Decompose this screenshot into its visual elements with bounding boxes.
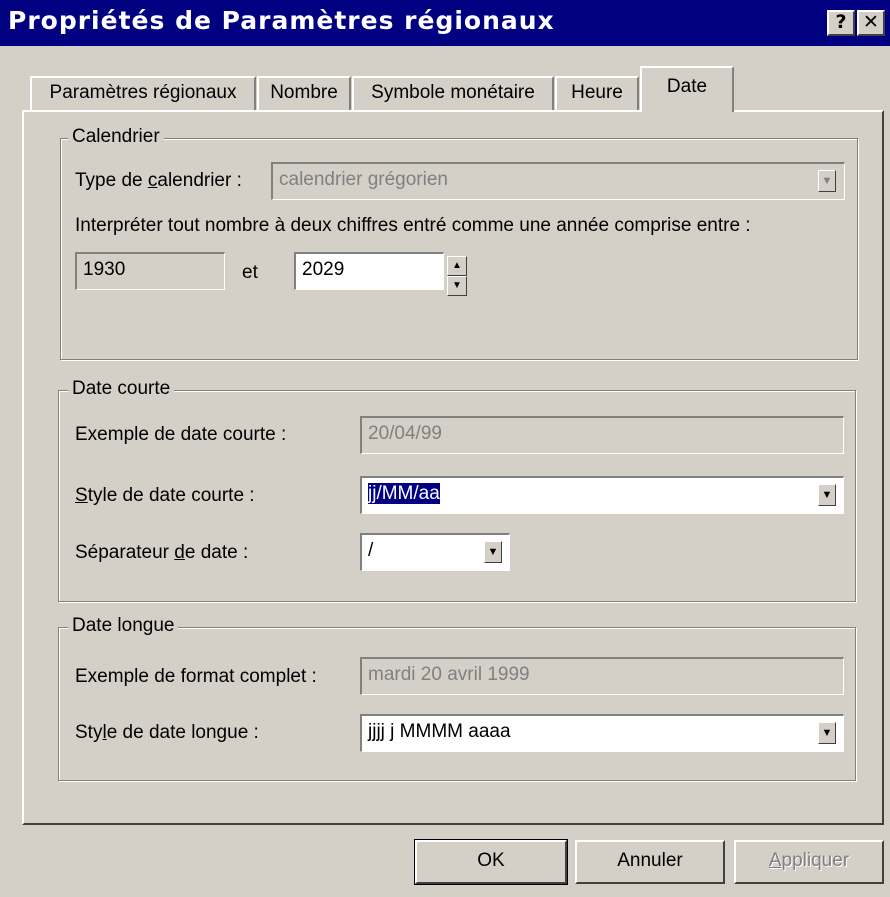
long-date-example-field: mardi 20 avril 1999 <box>360 657 844 695</box>
chevron-down-icon[interactable]: ▼ <box>818 484 836 506</box>
interpret-label: Interpréter tout nombre à deux chiffres … <box>75 215 751 236</box>
chevron-down-icon: ▼ <box>818 170 836 192</box>
long-date-style-select[interactable]: jjjj j MMMM aaaa <box>360 714 844 752</box>
calendar-type-label: Type de calendrier : <box>75 170 242 191</box>
year-start-field: 1930 <box>75 252 225 290</box>
cancel-button[interactable]: Annuler <box>575 840 725 884</box>
chevron-down-icon[interactable]: ▼ <box>484 541 502 563</box>
short-date-group-title: Date courte <box>68 378 175 400</box>
calendar-group-title: Calendrier <box>68 126 164 148</box>
tab-heure[interactable]: Heure <box>555 76 639 110</box>
short-date-example-field: 20/04/99 <box>360 416 844 454</box>
window-title: Propriétés de Paramètres régionaux <box>8 6 555 35</box>
tab-symbole-monetaire[interactable]: Symbole monétaire <box>352 76 554 110</box>
tab-nombre[interactable]: Nombre <box>257 76 351 110</box>
close-button[interactable]: ✕ <box>857 10 885 36</box>
apply-button[interactable]: Appliquer <box>734 840 884 884</box>
long-date-group-title: Date longue <box>68 615 179 637</box>
short-date-style-label: Style de date courte : <box>75 485 255 506</box>
long-date-style-label: Style de date longue : <box>75 722 259 743</box>
and-label: et <box>242 262 258 283</box>
spin-up-button[interactable]: ▲ <box>447 256 467 276</box>
chevron-down-icon[interactable]: ▼ <box>818 722 836 744</box>
calendar-type-select[interactable]: calendrier grégorien <box>271 162 845 200</box>
date-separator-label: Séparateur de date : <box>75 542 249 563</box>
spin-down-button[interactable]: ▼ <box>447 276 467 296</box>
short-date-style-select[interactable]: jj/MM/aa <box>360 476 844 514</box>
tab-parametres-regionaux[interactable]: Paramètres régionaux <box>30 76 256 110</box>
year-end-input[interactable]: 2029 <box>294 252 444 290</box>
ok-button[interactable]: OK <box>414 839 568 885</box>
short-date-example-label: Exemple de date courte : <box>75 424 287 445</box>
long-date-example-label: Exemple de format complet : <box>75 666 317 687</box>
help-button[interactable]: ? <box>827 10 855 36</box>
tab-date[interactable]: Date <box>640 66 734 112</box>
long-date-group <box>58 627 856 781</box>
